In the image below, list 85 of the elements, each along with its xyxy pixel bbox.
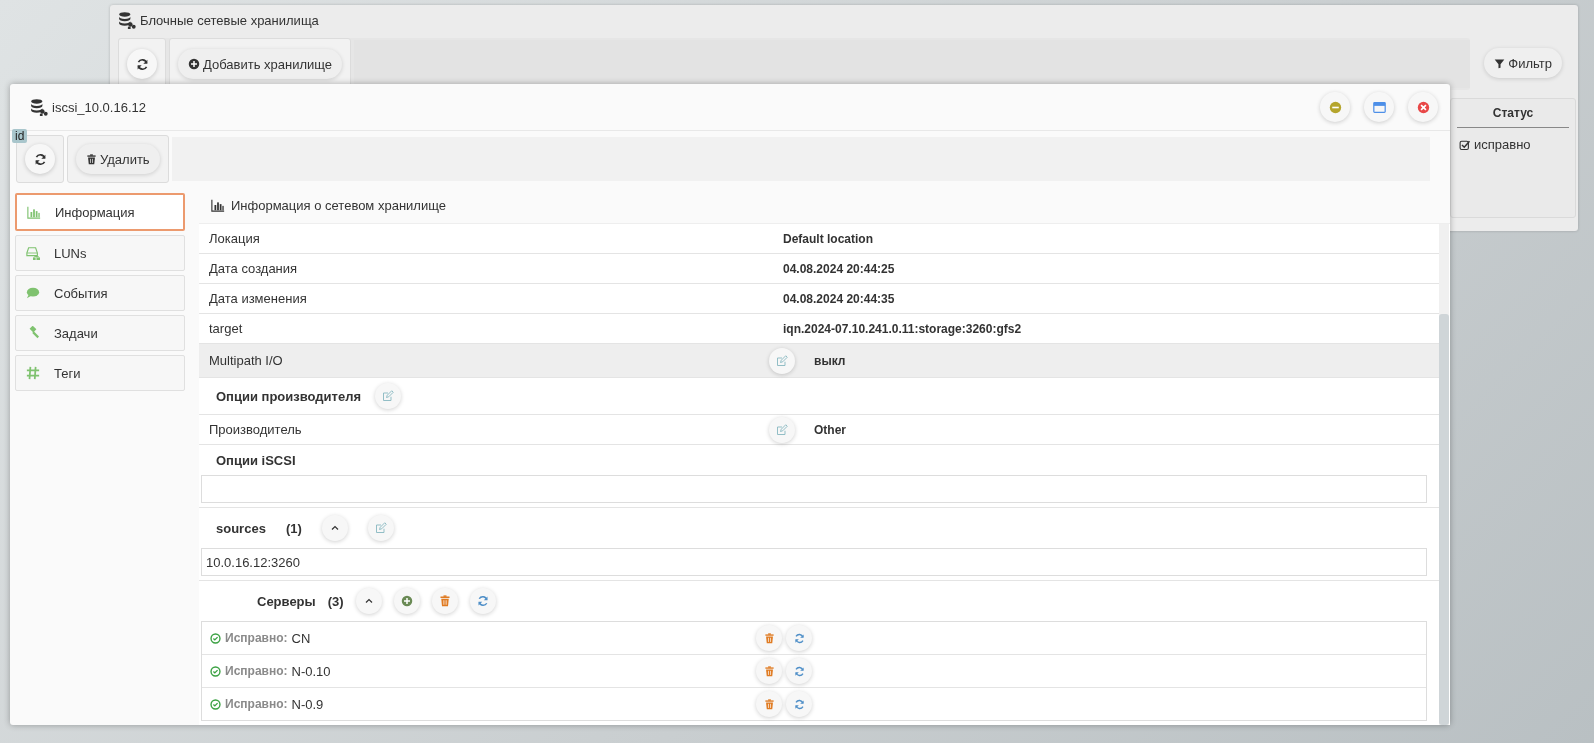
refresh-icon: [476, 595, 489, 607]
refresh-icon: [33, 152, 47, 166]
property-label: Дата создания: [208, 261, 299, 276]
group-title: sources: [216, 520, 266, 536]
refresh-button[interactable]: [25, 144, 55, 174]
status-label: Исправно:: [225, 664, 288, 678]
chart-icon: [27, 205, 41, 219]
database-icon: [118, 11, 136, 29]
property-label: Локация: [208, 231, 261, 246]
speech-bubble-icon: [26, 286, 40, 300]
property-label: target: [208, 321, 244, 336]
minimize-icon: [1328, 100, 1342, 114]
dialog-title: iscsi_10.0.16.12: [52, 99, 146, 115]
column-header: Статус: [1457, 99, 1569, 128]
property-value: iqn.2024-07.10.241.0.11:storage:3260:gfs2: [782, 321, 1022, 336]
filter-icon: [1494, 57, 1506, 69]
sidebar-tab[interactable]: Задачи: [15, 315, 185, 351]
property-label: Дата изменения: [208, 291, 308, 306]
maximize-button[interactable]: [1364, 92, 1394, 122]
plus-circle-icon: [188, 58, 200, 70]
edit-button[interactable]: [375, 383, 401, 409]
edit-icon: [776, 354, 788, 367]
window-icon: [1372, 100, 1386, 114]
hash-icon: [26, 366, 40, 380]
delete-button[interactable]: [756, 691, 782, 717]
edit-icon: [776, 423, 788, 436]
chart-icon: [211, 198, 225, 212]
property-value: выкл: [814, 353, 846, 368]
minimize-button[interactable]: [1320, 92, 1350, 122]
refresh-icon: [793, 632, 805, 644]
source-address: 10.0.16.12:3260: [201, 548, 1427, 576]
add-button[interactable]: [393, 588, 420, 614]
trash-icon: [763, 698, 775, 710]
sidebar-tab[interactable]: LUNs: [15, 235, 185, 271]
drive-network-icon: [26, 246, 40, 260]
delete-button[interactable]: Удалить: [76, 144, 160, 174]
refresh-icon: [793, 698, 805, 710]
server-name: N-0.9: [291, 696, 324, 712]
window-title: Блочные сетевые хранилища: [140, 12, 319, 28]
property-label: Производитель: [208, 422, 303, 437]
property-value: Default location: [782, 231, 873, 246]
trash-icon: [438, 595, 451, 607]
check-circle-icon: [210, 665, 221, 677]
trash-icon: [86, 153, 97, 165]
property-value: Other: [814, 422, 846, 437]
sidebar-tab[interactable]: Теги: [15, 355, 185, 391]
close-button[interactable]: [1408, 92, 1438, 122]
sidebar-tab[interactable]: События: [15, 275, 185, 311]
plus-circle-icon: [400, 595, 413, 607]
refresh-icon: [135, 57, 149, 71]
property-value: 04.08.2024 20:44:35: [782, 291, 895, 306]
add-storage-button[interactable]: Добавить хранилище: [178, 49, 343, 79]
refresh-button[interactable]: [127, 49, 157, 79]
delete-button[interactable]: [756, 625, 782, 651]
group-count: (3): [327, 593, 344, 609]
status-text: исправно: [1474, 137, 1531, 152]
edit-icon: [374, 522, 387, 534]
group-count: (1): [285, 520, 302, 536]
check-circle-icon: [210, 698, 221, 710]
server-name: CN: [291, 630, 311, 646]
section-title: Информация о сетевом хранилище: [231, 197, 446, 213]
group-title: Серверы: [257, 593, 316, 609]
close-icon: [1416, 100, 1430, 114]
check-circle-icon: [210, 632, 221, 644]
delete-button[interactable]: [431, 588, 458, 614]
trash-icon: [763, 665, 775, 677]
server-name: N-0.10: [291, 663, 331, 679]
database-icon: [30, 98, 48, 116]
edit-button[interactable]: [769, 416, 795, 443]
edit-button[interactable]: [769, 347, 795, 374]
group-title: Опции iSCSI: [216, 452, 296, 468]
sidebar-tab[interactable]: Информация: [15, 193, 185, 231]
edit-button[interactable]: [367, 515, 394, 541]
refresh-icon: [793, 665, 805, 677]
trash-icon: [763, 632, 775, 644]
property-value: 04.08.2024 20:44:25: [782, 261, 895, 276]
delete-button[interactable]: [756, 658, 782, 684]
filter-button[interactable]: Фильтр: [1484, 48, 1562, 78]
status-label: Исправно:: [225, 631, 288, 645]
id-tooltip: id: [12, 129, 28, 143]
edit-icon: [382, 390, 394, 402]
status-label: Исправно:: [225, 697, 288, 711]
group-title: Опции производителя: [216, 388, 361, 404]
property-label: Multipath I/O: [208, 353, 284, 368]
scrollbar-thumb[interactable]: [1439, 314, 1449, 725]
